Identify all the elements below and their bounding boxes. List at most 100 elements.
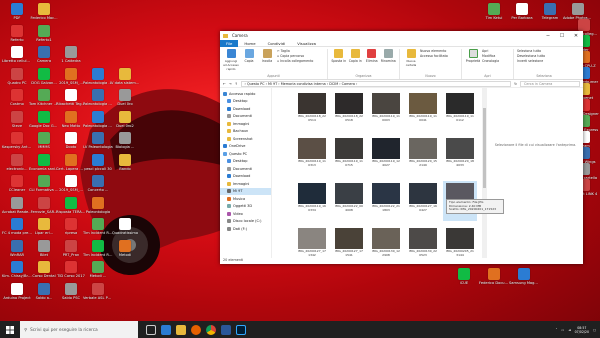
back-arrow-icon[interactable]: ← <box>223 82 226 86</box>
firefox-icon[interactable] <box>191 324 201 335</box>
file-thumbnail[interactable]: IMG_20200119_16 0334 <box>295 181 329 221</box>
easy-access-button[interactable]: Accesso facilitato <box>420 54 448 59</box>
nav-item[interactable]: OneDrive <box>220 143 271 151</box>
address-bar[interactable]: › Questo PC › Mi 9T › Memoria condivisa … <box>240 80 512 87</box>
shortcut-icon <box>38 24 50 37</box>
desktop-icon-label: Corso Dental <box>32 274 56 278</box>
volume-icon[interactable]: ◄ <box>568 328 570 332</box>
file-thumbnail[interactable]: IMG_20200122_00 4008 <box>332 181 366 221</box>
task-view-icon[interactable] <box>146 324 156 335</box>
shortcut-icon <box>544 3 556 15</box>
file-name: IMG_20200119_11 0313 <box>298 159 326 167</box>
tab-file[interactable]: File <box>220 39 239 47</box>
file-explorer-window[interactable]: Camera ─ ☐ ✕ File Home Condividi Visuali… <box>220 31 583 264</box>
file-thumbnail[interactable]: IMG_20200118_22 0518 <box>332 91 366 131</box>
nav-item[interactable]: Oggetti 3D <box>220 203 271 211</box>
nav-item[interactable]: Documenti <box>220 165 271 173</box>
forward-arrow-icon[interactable]: → <box>229 82 232 86</box>
desktop-icon-label: Paleontologia TEMI <box>83 80 113 85</box>
nav-item[interactable]: Mi 9T <box>220 187 271 195</box>
file-thumbnail[interactable]: IMG_20200120_15 2149 <box>406 136 440 176</box>
desktop-icon[interactable]: Metodi <box>111 239 139 266</box>
scrollbar[interactable] <box>482 88 487 258</box>
file-thumbnail[interactable]: IMG_20200127_17 1342 <box>295 226 329 258</box>
network-icon[interactable]: ▭ <box>561 328 564 332</box>
nav-item[interactable]: Immagini <box>220 180 271 188</box>
up-arrow-icon[interactable]: ↑ <box>235 82 238 86</box>
file-thumbnail[interactable]: IMG_20200119_12 4027 <box>369 136 403 176</box>
nav-item[interactable]: Dati (F:) <box>220 225 271 233</box>
nav-item[interactable]: Immagini <box>220 120 271 128</box>
file-thumbnail[interactable]: IMG_20200119_11 0003 <box>369 91 403 131</box>
file-thumbnail[interactable]: IMG_20200119_11 0112 <box>443 91 477 131</box>
shortcut-icon <box>11 196 23 209</box>
desktop-icon[interactable]: Federico Documento <box>479 268 509 294</box>
nav-item-icon <box>227 159 231 164</box>
nav-item[interactable]: Desktop <box>220 158 271 166</box>
desktop-icon-label: MMMS <box>38 145 50 149</box>
desktop-icon[interactable]: Arduino Project <box>3 282 31 309</box>
desktop-icon[interactable]: Tim Ketui <box>480 3 508 29</box>
desktop-icon[interactable]: iCUE <box>450 268 478 294</box>
nav-item[interactable]: Video <box>220 210 271 218</box>
file-thumbnail[interactable]: IMG_20200127_17 1541 <box>332 226 366 258</box>
clock[interactable]: 08:57 07/02/20 <box>575 326 589 334</box>
desktop-icon-label: WinRAR <box>9 252 25 257</box>
title-bar[interactable]: Camera ─ ☐ ✕ <box>220 31 583 40</box>
tab-share[interactable]: Condividi <box>262 41 292 46</box>
file-thumbnail[interactable]: IMG_20200120_18 4033 <box>443 136 477 176</box>
nav-item[interactable]: Bachaun <box>220 128 271 136</box>
nav-item[interactable]: Documenti <box>220 113 271 121</box>
tab-view[interactable]: Visualizza <box>291 41 322 46</box>
nav-item-label: Desktop <box>233 99 248 104</box>
nav-item[interactable]: Accesso rapido <box>220 90 271 98</box>
scrollbar-thumb[interactable] <box>483 108 486 188</box>
desktop-icon[interactable]: Per Barbara <box>508 3 536 29</box>
history-button[interactable]: Cronologia <box>482 59 499 64</box>
word-icon[interactable] <box>221 324 231 335</box>
desktop-icon[interactable]: Verbale ASL Parte 2 <box>83 282 113 309</box>
start-button[interactable] <box>0 325 20 334</box>
desktop-icon[interactable]: Samsung Magician <box>509 268 539 294</box>
desktop-icon[interactable]: Telegram <box>536 3 564 29</box>
refresh-icon[interactable]: ↻ <box>514 82 517 86</box>
file-tooltip: Tipo elemento: File JPG Dimensione: 2.40… <box>446 199 504 214</box>
invert-selection-button[interactable]: Inverti selezione <box>517 59 571 64</box>
chevron-up-icon[interactable]: ˄ <box>556 328 558 332</box>
desktop-icon[interactable]: Bando <box>111 153 139 180</box>
nav-item[interactable]: Download <box>220 173 271 181</box>
nav-item[interactable]: Questo PC <box>220 150 271 158</box>
desktop-icon-label: Costmo <box>10 102 24 106</box>
file-thumbnail[interactable]: IMG_20200119_11 0313 <box>295 136 329 176</box>
tab-home[interactable]: Home <box>238 41 261 46</box>
nav-item-label: Oggetti 3D <box>233 204 253 209</box>
nav-item[interactable]: Disco locale (C:) <box>220 218 271 226</box>
file-thumbnail[interactable]: IMG_20200119_11 0041 <box>406 91 440 131</box>
file-thumbnail[interactable]: IMG_20200122_21 1803 <box>369 181 403 221</box>
file-explorer-icon[interactable] <box>176 324 186 335</box>
desktop-icon[interactable]: Saldo a... <box>30 282 58 309</box>
maximize-button[interactable]: ☐ <box>555 33 569 39</box>
window-title: Camera <box>232 33 248 38</box>
edge-icon[interactable] <box>161 324 171 335</box>
paste-link-button[interactable]: ▫ Incolla collegamento <box>277 59 313 64</box>
nav-item[interactable]: Download <box>220 105 271 113</box>
file-thumbnail[interactable]: IMG_20200130_22 0523 <box>406 226 440 258</box>
nav-item[interactable]: Musica <box>220 195 271 203</box>
file-thumbnail[interactable]: IMG_20200119_11 0715 <box>332 136 366 176</box>
search-input[interactable]: Cerca in Camera <box>520 80 580 87</box>
nav-item[interactable]: Screenshot <box>220 135 271 143</box>
photoshop-icon[interactable] <box>236 324 246 335</box>
taskbar-search-input[interactable]: ⚲ Scrivi qui per eseguire la ricerca <box>20 321 138 338</box>
file-thumbnail[interactable]: IMG_20200205_21 3144 <box>443 226 477 258</box>
chrome-icon[interactable] <box>206 324 216 335</box>
nav-item[interactable]: Desktop <box>220 98 271 106</box>
file-thumbnail[interactable]: IMG_20200127_16 0427 <box>406 181 440 221</box>
minimize-button[interactable]: ─ <box>541 33 555 39</box>
desktop-icon[interactable]: Saldo PSC <box>57 282 85 309</box>
nav-item-icon <box>227 106 231 111</box>
file-thumbnail[interactable]: IMG_20200130_12 2908 <box>369 226 403 258</box>
file-thumbnail[interactable]: IMG_20200118_22 0514 <box>295 91 329 131</box>
close-button[interactable]: ✕ <box>569 33 583 39</box>
notification-icon[interactable]: ▢ <box>593 328 596 332</box>
